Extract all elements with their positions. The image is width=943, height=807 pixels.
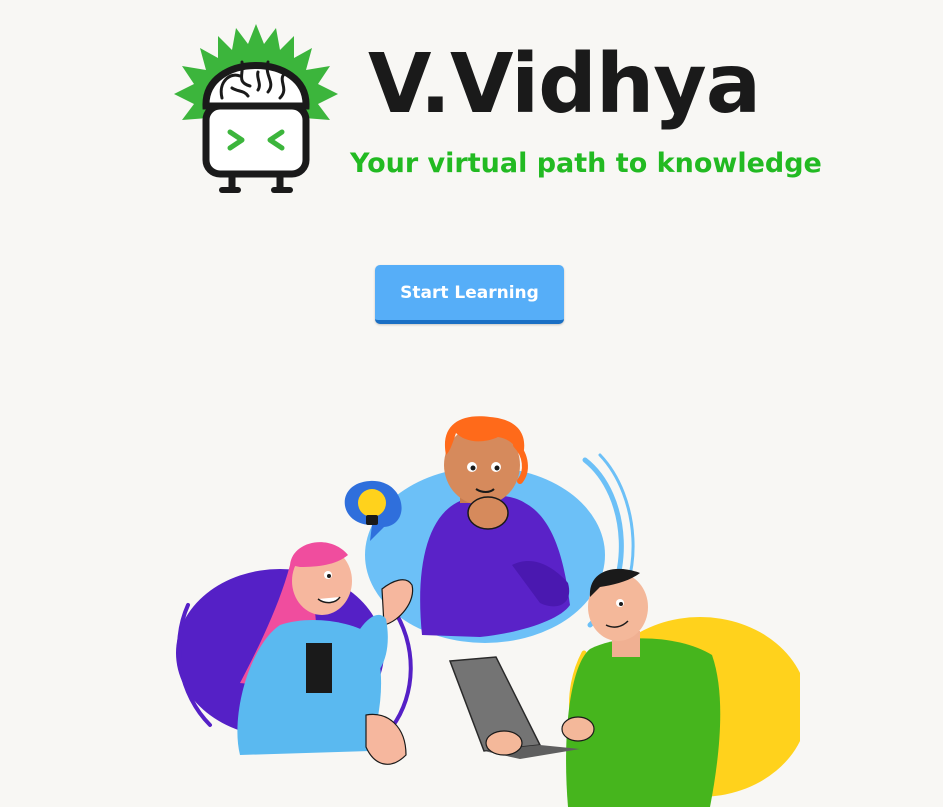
start-learning-button[interactable]: Start Learning	[375, 265, 564, 324]
brand-tagline: Your virtual path to knowledge	[350, 148, 822, 179]
brain-robot-logo-icon	[174, 24, 338, 193]
students-collaborating-illustration	[176, 416, 800, 807]
brand-title: V.Vidhya	[368, 37, 761, 132]
site-header: V.Vidhya Your virtual path to knowledge	[0, 0, 943, 210]
